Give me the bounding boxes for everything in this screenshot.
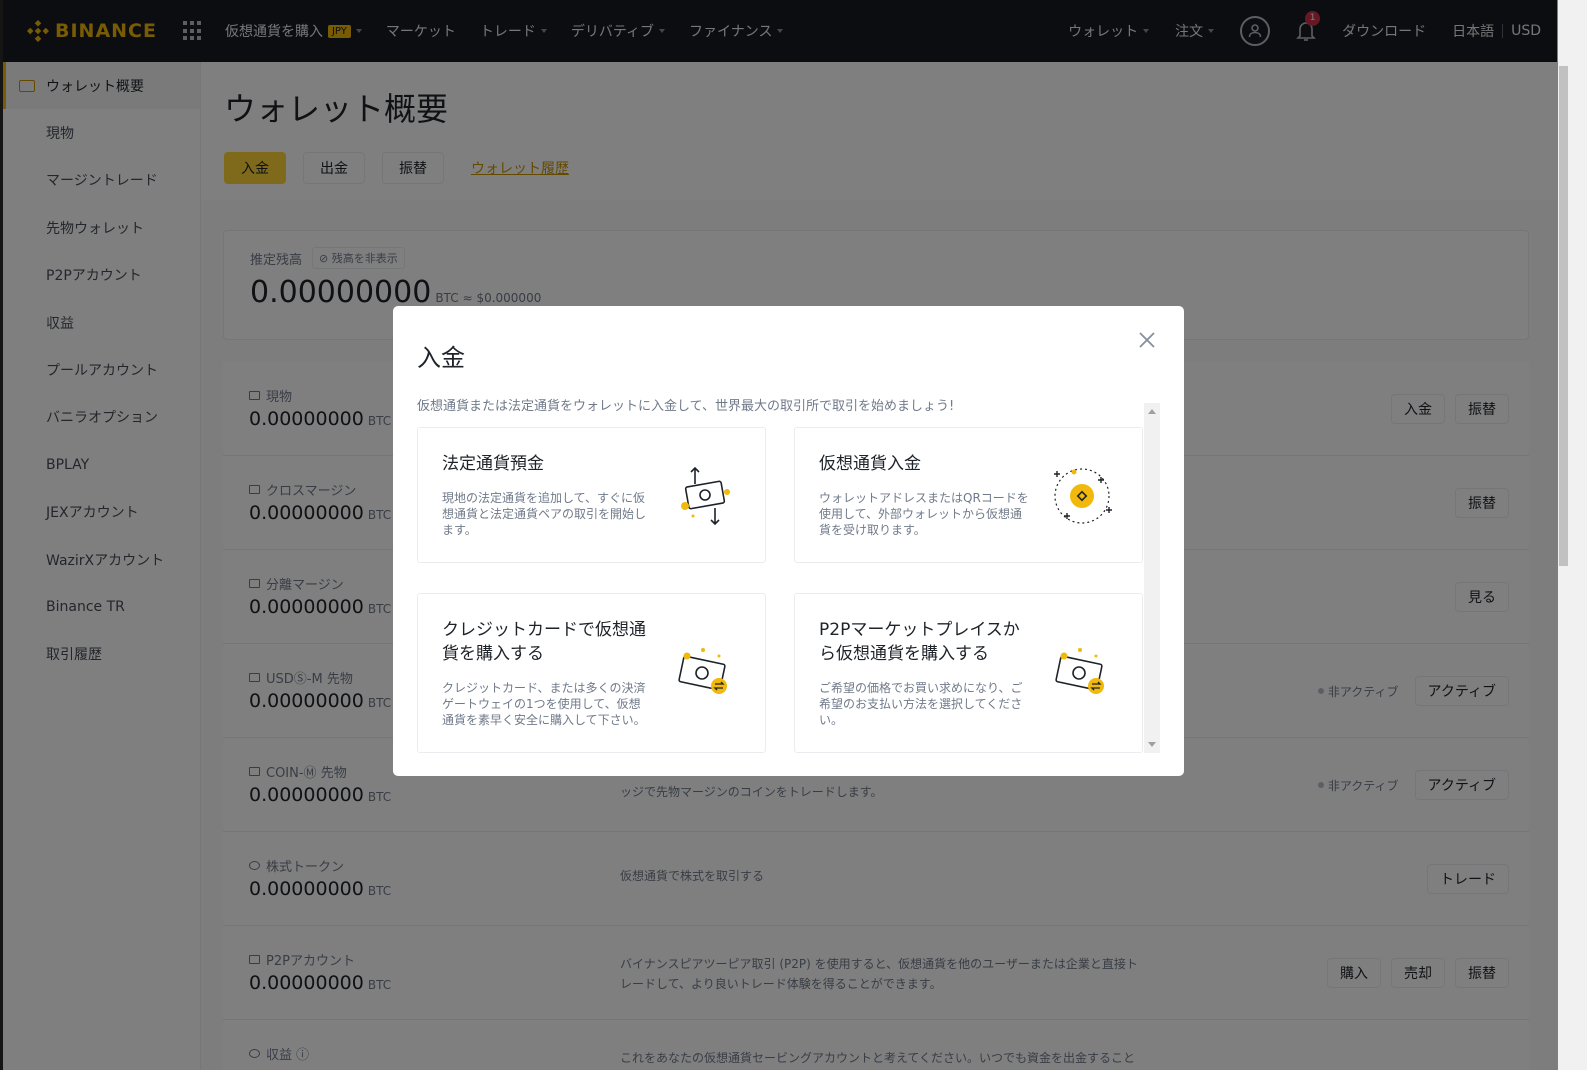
crypto-deposit-icon (1054, 468, 1112, 524)
option-title: 法定通貨預金 (442, 454, 544, 474)
option-description: 現地の法定通貨を追加して、すぐに仮想通貨と法定通貨ペアの取引を開始します。 (442, 491, 647, 537)
fiat-exchange-icon (681, 466, 730, 526)
option-description: ウォレットアドレスまたはQRコードを使用して、外部ウォレットから仮想通貨を受け取… (819, 491, 1029, 537)
deposit-options: 法定通貨預金 現地の法定通貨を追加して、すぐに仮想通貨と法定通貨ペアの取引を開始… (417, 403, 1160, 753)
scroll-down-arrow-icon[interactable] (1148, 742, 1156, 747)
crypto-deposit-option[interactable]: 仮想通貨入金 ウォレットアドレスまたはQRコードを使用して、外部ウォレットから仮… (794, 427, 1143, 563)
modal-scrollbar[interactable] (1144, 403, 1160, 753)
scrollbar-thumb[interactable] (1559, 66, 1568, 566)
scroll-up-arrow-icon[interactable] (1148, 409, 1156, 414)
deposit-modal: 入金 仮想通貨または法定通貨をウォレットに入金して、世界最大の取引所で取引を始め… (393, 306, 1184, 776)
option-title: P2Pマーケットプレイスから仮想通貨を購入する (819, 620, 1020, 664)
modal-title: 入金 (417, 344, 465, 372)
close-icon[interactable] (1135, 328, 1159, 352)
p2p-buy-icon (1055, 648, 1104, 694)
option-title: 仮想通貨入金 (819, 454, 921, 474)
p2p-buy-option[interactable]: P2Pマーケットプレイスから仮想通貨を購入する ご希望の価格でお買い求めになり、… (794, 593, 1143, 753)
option-description: ご希望の価格でお買い求めになり、ご希望のお支払い方法を選択してください。 (819, 681, 1023, 727)
card-buy-icon (678, 648, 727, 694)
page-scrollbar[interactable] (1558, 0, 1587, 1070)
option-description: クレジットカード、または多くの決済ゲートウェイの1つを使用して、仮想通貨を素早く… (442, 681, 646, 727)
fiat-deposit-option[interactable]: 法定通貨預金 現地の法定通貨を追加して、すぐに仮想通貨と法定通貨ペアの取引を開始… (417, 427, 766, 563)
option-title: クレジットカードで仮想通貨を購入する (442, 620, 646, 664)
credit-card-buy-option[interactable]: クレジットカードで仮想通貨を購入する クレジットカード、または多くの決済ゲートウ… (417, 593, 766, 753)
